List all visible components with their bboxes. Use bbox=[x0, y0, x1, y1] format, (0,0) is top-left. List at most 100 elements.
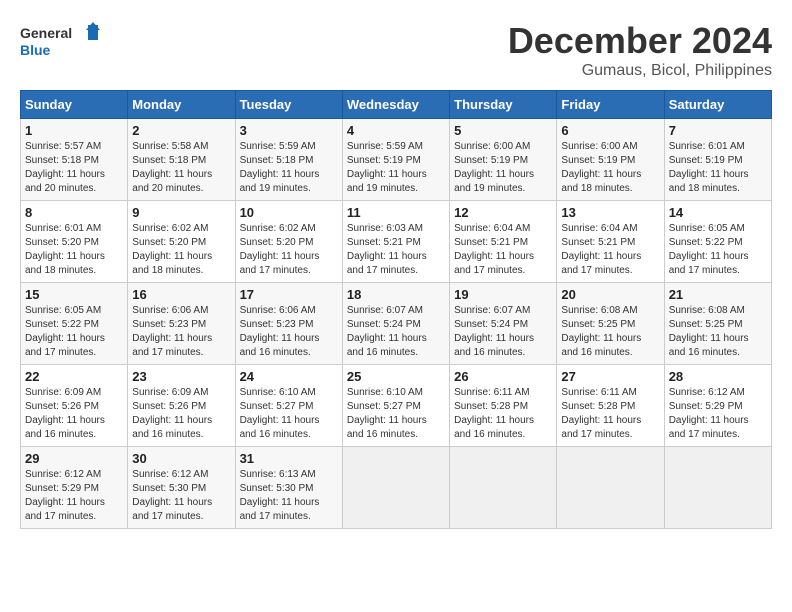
calendar-day-header: Saturday bbox=[664, 91, 771, 119]
calendar-cell: 31 Sunrise: 6:13 AM Sunset: 5:30 PM Dayli… bbox=[235, 447, 342, 529]
day-info: Sunrise: 6:09 AM Sunset: 5:26 PM Dayligh… bbox=[25, 386, 123, 442]
day-number: 10 bbox=[240, 205, 338, 220]
day-info: Sunrise: 5:59 AM Sunset: 5:18 PM Dayligh… bbox=[240, 140, 338, 196]
day-info: Sunrise: 6:12 AM Sunset: 5:29 PM Dayligh… bbox=[25, 468, 123, 524]
calendar-cell bbox=[557, 447, 664, 529]
calendar-day-header: Friday bbox=[557, 91, 664, 119]
day-info: Sunrise: 6:03 AM Sunset: 5:21 PM Dayligh… bbox=[347, 222, 445, 278]
day-info: Sunrise: 6:04 AM Sunset: 5:21 PM Dayligh… bbox=[561, 222, 659, 278]
day-info: Sunrise: 6:04 AM Sunset: 5:21 PM Dayligh… bbox=[454, 222, 552, 278]
calendar-day-header: Thursday bbox=[450, 91, 557, 119]
day-info: Sunrise: 6:12 AM Sunset: 5:30 PM Dayligh… bbox=[132, 468, 230, 524]
day-number: 28 bbox=[669, 369, 767, 384]
day-number: 13 bbox=[561, 205, 659, 220]
calendar-cell: 28 Sunrise: 6:12 AM Sunset: 5:29 PM Dayli… bbox=[664, 365, 771, 447]
calendar-cell: 4 Sunrise: 5:59 AM Sunset: 5:19 PM Daylig… bbox=[342, 119, 449, 201]
calendar-cell: 24 Sunrise: 6:10 AM Sunset: 5:27 PM Dayli… bbox=[235, 365, 342, 447]
day-number: 2 bbox=[132, 123, 230, 138]
day-number: 6 bbox=[561, 123, 659, 138]
day-number: 12 bbox=[454, 205, 552, 220]
calendar-cell bbox=[450, 447, 557, 529]
day-info: Sunrise: 5:57 AM Sunset: 5:18 PM Dayligh… bbox=[25, 140, 123, 196]
calendar-header-row: SundayMondayTuesdayWednesdayThursdayFrid… bbox=[21, 91, 772, 119]
day-number: 21 bbox=[669, 287, 767, 302]
day-number: 4 bbox=[347, 123, 445, 138]
calendar-cell: 19 Sunrise: 6:07 AM Sunset: 5:24 PM Dayli… bbox=[450, 283, 557, 365]
calendar-cell: 29 Sunrise: 6:12 AM Sunset: 5:29 PM Dayli… bbox=[21, 447, 128, 529]
svg-text:Blue: Blue bbox=[20, 42, 51, 58]
day-number: 17 bbox=[240, 287, 338, 302]
calendar-cell: 18Sunrise: 6:07 AM Sunset: 5:24 PM Dayli… bbox=[342, 283, 449, 365]
day-number: 25 bbox=[347, 369, 445, 384]
day-number: 29 bbox=[25, 451, 123, 466]
calendar-day-header: Tuesday bbox=[235, 91, 342, 119]
day-info: Sunrise: 6:08 AM Sunset: 5:25 PM Dayligh… bbox=[561, 304, 659, 360]
day-info: Sunrise: 6:10 AM Sunset: 5:27 PM Dayligh… bbox=[347, 386, 445, 442]
calendar-cell: 21 Sunrise: 6:08 AM Sunset: 5:25 PM Dayli… bbox=[664, 283, 771, 365]
day-info: Sunrise: 6:08 AM Sunset: 5:25 PM Dayligh… bbox=[669, 304, 767, 360]
day-info: Sunrise: 6:11 AM Sunset: 5:28 PM Dayligh… bbox=[454, 386, 552, 442]
day-number: 3 bbox=[240, 123, 338, 138]
logo-icon: General Blue bbox=[20, 20, 100, 65]
day-info: Sunrise: 6:05 AM Sunset: 5:22 PM Dayligh… bbox=[669, 222, 767, 278]
day-info: Sunrise: 6:05 AM Sunset: 5:22 PM Dayligh… bbox=[25, 304, 123, 360]
day-number: 11 bbox=[347, 205, 445, 220]
calendar-cell: 27 Sunrise: 6:11 AM Sunset: 5:28 PM Dayli… bbox=[557, 365, 664, 447]
svg-text:General: General bbox=[20, 25, 72, 41]
day-info: Sunrise: 6:09 AM Sunset: 5:26 PM Dayligh… bbox=[132, 386, 230, 442]
day-info: Sunrise: 6:07 AM Sunset: 5:24 PM Dayligh… bbox=[454, 304, 552, 360]
day-info: Sunrise: 6:02 AM Sunset: 5:20 PM Dayligh… bbox=[240, 222, 338, 278]
calendar-cell: 9Sunrise: 6:02 AM Sunset: 5:20 PM Daylig… bbox=[128, 201, 235, 283]
calendar-cell: 2 Sunrise: 5:58 AM Sunset: 5:18 PM Daylig… bbox=[128, 119, 235, 201]
day-info: Sunrise: 6:01 AM Sunset: 5:19 PM Dayligh… bbox=[669, 140, 767, 196]
day-number: 31 bbox=[240, 451, 338, 466]
calendar-cell bbox=[342, 447, 449, 529]
calendar-cell: 7Sunrise: 6:01 AM Sunset: 5:19 PM Daylig… bbox=[664, 119, 771, 201]
day-info: Sunrise: 6:12 AM Sunset: 5:29 PM Dayligh… bbox=[669, 386, 767, 442]
day-number: 24 bbox=[240, 369, 338, 384]
day-number: 22 bbox=[25, 369, 123, 384]
day-info: Sunrise: 5:59 AM Sunset: 5:19 PM Dayligh… bbox=[347, 140, 445, 196]
day-number: 23 bbox=[132, 369, 230, 384]
day-number: 20 bbox=[561, 287, 659, 302]
day-info: Sunrise: 6:10 AM Sunset: 5:27 PM Dayligh… bbox=[240, 386, 338, 442]
calendar-cell: 13 Sunrise: 6:04 AM Sunset: 5:21 PM Dayli… bbox=[557, 201, 664, 283]
month-title: December 2024 bbox=[508, 20, 772, 62]
calendar-cell: 8 Sunrise: 6:01 AM Sunset: 5:20 PM Daylig… bbox=[21, 201, 128, 283]
calendar-week-row: 29 Sunrise: 6:12 AM Sunset: 5:29 PM Dayli… bbox=[21, 447, 772, 529]
calendar-cell: 30 Sunrise: 6:12 AM Sunset: 5:30 PM Dayli… bbox=[128, 447, 235, 529]
calendar-cell: 10 Sunrise: 6:02 AM Sunset: 5:20 PM Dayli… bbox=[235, 201, 342, 283]
day-info: Sunrise: 6:11 AM Sunset: 5:28 PM Dayligh… bbox=[561, 386, 659, 442]
day-number: 8 bbox=[25, 205, 123, 220]
calendar-day-header: Sunday bbox=[21, 91, 128, 119]
day-number: 14 bbox=[669, 205, 767, 220]
day-number: 9 bbox=[132, 205, 230, 220]
day-number: 15 bbox=[25, 287, 123, 302]
calendar-cell: 17 Sunrise: 6:06 AM Sunset: 5:23 PM Dayli… bbox=[235, 283, 342, 365]
location-subtitle: Gumaus, Bicol, Philippines bbox=[508, 62, 772, 80]
day-info: Sunrise: 6:06 AM Sunset: 5:23 PM Dayligh… bbox=[240, 304, 338, 360]
calendar-cell: 12 Sunrise: 6:04 AM Sunset: 5:21 PM Dayli… bbox=[450, 201, 557, 283]
day-info: Sunrise: 5:58 AM Sunset: 5:18 PM Dayligh… bbox=[132, 140, 230, 196]
day-number: 5 bbox=[454, 123, 552, 138]
calendar-week-row: 1Sunrise: 5:57 AM Sunset: 5:18 PM Daylig… bbox=[21, 119, 772, 201]
calendar-day-header: Wednesday bbox=[342, 91, 449, 119]
calendar-cell: 11 Sunrise: 6:03 AM Sunset: 5:21 PM Dayli… bbox=[342, 201, 449, 283]
day-number: 30 bbox=[132, 451, 230, 466]
title-block: December 2024 Gumaus, Bicol, Philippines bbox=[508, 20, 772, 80]
day-info: Sunrise: 6:00 AM Sunset: 5:19 PM Dayligh… bbox=[454, 140, 552, 196]
calendar-cell: 14 Sunrise: 6:05 AM Sunset: 5:22 PM Dayli… bbox=[664, 201, 771, 283]
calendar-cell: 5 Sunrise: 6:00 AM Sunset: 5:19 PM Daylig… bbox=[450, 119, 557, 201]
page-header: General Blue December 2024 Gumaus, Bicol… bbox=[20, 20, 772, 80]
calendar-day-header: Monday bbox=[128, 91, 235, 119]
day-number: 26 bbox=[454, 369, 552, 384]
day-info: Sunrise: 6:13 AM Sunset: 5:30 PM Dayligh… bbox=[240, 468, 338, 524]
calendar-cell: 16Sunrise: 6:06 AM Sunset: 5:23 PM Dayli… bbox=[128, 283, 235, 365]
calendar-cell: 15 Sunrise: 6:05 AM Sunset: 5:22 PM Dayli… bbox=[21, 283, 128, 365]
calendar-cell: 22 Sunrise: 6:09 AM Sunset: 5:26 PM Dayli… bbox=[21, 365, 128, 447]
calendar-cell: 1Sunrise: 5:57 AM Sunset: 5:18 PM Daylig… bbox=[21, 119, 128, 201]
day-number: 27 bbox=[561, 369, 659, 384]
day-number: 19 bbox=[454, 287, 552, 302]
day-info: Sunrise: 6:07 AM Sunset: 5:24 PM Dayligh… bbox=[347, 304, 445, 360]
day-info: Sunrise: 6:01 AM Sunset: 5:20 PM Dayligh… bbox=[25, 222, 123, 278]
